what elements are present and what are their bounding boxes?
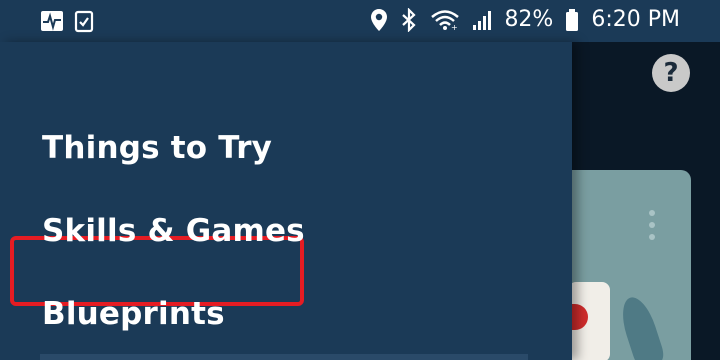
battery-icon [565,8,579,32]
status-bar-left [40,9,94,33]
clipboard-check-icon [74,9,94,33]
menu-item-blueprints[interactable]: Blueprints [42,296,225,332]
screen: + 82% 6:20 PM ? Things to Try Skills & G… [0,0,720,360]
svg-text:+: + [451,23,458,32]
menu-item-skills-games[interactable]: Skills & Games [42,213,305,249]
menu-item-things-to-try[interactable]: Things to Try [42,130,272,166]
status-bar-right: + 82% 6:20 PM [370,7,680,32]
drawer-next-item-divider [40,354,528,360]
wifi-icon: + [430,8,460,32]
navigation-drawer: Things to Try Skills & Games Blueprints [0,42,572,360]
battery-percent: 82% [504,7,554,32]
status-bar: + 82% 6:20 PM [0,0,720,42]
location-pin-icon [370,8,388,32]
status-time: 6:20 PM [591,7,680,32]
bluetooth-icon [400,7,418,32]
vertical-dots-icon[interactable] [648,210,656,246]
card-thumbnail [568,282,610,360]
help-button[interactable]: ? [652,54,690,92]
signal-bars-icon [472,9,492,31]
activity-monitor-icon [40,10,64,32]
